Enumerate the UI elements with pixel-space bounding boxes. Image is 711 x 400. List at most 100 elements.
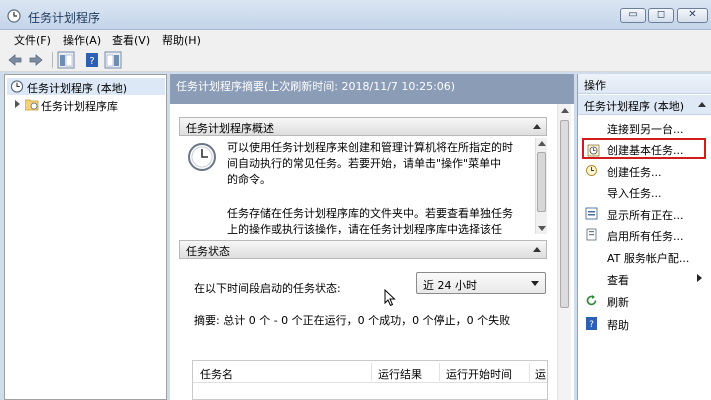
help-icon: ? [586, 317, 597, 330]
task-status-table: 任务名 运行结果 运行开始时间 运 [192, 360, 548, 400]
mouse-cursor-icon [384, 289, 396, 307]
menu-help[interactable]: 帮助(H) [162, 32, 201, 48]
action-refresh[interactable]: 刷新 [582, 290, 706, 311]
action-label: 创建任务... [607, 166, 662, 179]
overview-scrollbar[interactable] [535, 138, 547, 234]
svg-text:?: ? [89, 56, 94, 67]
scroll-up-icon[interactable] [561, 108, 569, 113]
column-divider [529, 363, 530, 381]
toolbar: ? [0, 48, 711, 72]
column-divider [371, 363, 372, 381]
col-run-result[interactable]: 运行结果 [378, 366, 422, 382]
large-clock-icon [188, 143, 216, 171]
action-help[interactable]: ? 帮助 [582, 313, 706, 334]
action-label: 连接到另一台... [607, 123, 684, 136]
svg-text:?: ? [589, 320, 594, 330]
actions-pane: 操作 任务计划程序 (本地) 连接到另一台... 创建基本任务... 创建任务.… [577, 74, 711, 400]
actions-header: 操作 [578, 74, 711, 94]
scroll-thumb[interactable] [537, 152, 546, 212]
show-tree-icon[interactable] [57, 51, 75, 69]
dropdown-value: 近 24 小时 [423, 279, 477, 292]
close-button[interactable]: ✕ [677, 8, 708, 23]
action-label: 刷新 [607, 296, 629, 309]
tree-item-task-scheduler-local[interactable]: 任务计划程序 (本地) [7, 78, 165, 95]
col-run-start-time[interactable]: 运行开始时间 [446, 366, 512, 382]
running-tasks-icon [585, 207, 598, 220]
action-label: 帮助 [607, 319, 629, 332]
action-label: 查看 [607, 274, 629, 287]
action-display-running-tasks[interactable]: 显示所有正在... [582, 203, 706, 224]
summary-pane: 任务计划程序摘要(上次刷新时间: 2018/11/7 10:25:06) 任务计… [170, 74, 574, 400]
summary-scrollbar[interactable] [557, 104, 571, 400]
scroll-thumb[interactable] [560, 120, 569, 308]
summary-header-text: 任务计划程序摘要(上次刷新时间: 2018/11/7 10:25:06) [176, 80, 456, 93]
action-label: 导入任务... [607, 187, 662, 200]
dropdown-arrow-icon [531, 281, 539, 286]
menu-action[interactable]: 操作(A) [63, 32, 101, 48]
action-enable-all-task-history[interactable]: 启用所有任务... [582, 224, 706, 245]
status-summary: 摘要: 总计 0 个 - 0 个正在运行，0 个成功，0 个停止，0 个失败 [194, 314, 511, 327]
action-create-basic-task[interactable]: 创建基本任务... [582, 138, 706, 159]
help-book-icon[interactable]: ? [83, 51, 101, 69]
table-header: 任务名 运行结果 运行开始时间 运 [193, 361, 547, 383]
status-period-label: 在以下时间段启动的任务状态: [194, 282, 341, 295]
summary-header: 任务计划程序摘要(上次刷新时间: 2018/11/7 10:25:06) [170, 74, 574, 104]
menu-bar: 文件(F) 操作(A) 查看(V) 帮助(H) [0, 30, 711, 48]
action-import-task[interactable]: 导入任务... [582, 181, 706, 202]
actions-group-header[interactable]: 任务计划程序 (本地) [578, 95, 711, 115]
menu-file[interactable]: 文件(F) [14, 32, 51, 48]
col-task-name[interactable]: 任务名 [200, 366, 233, 382]
menu-view[interactable]: 查看(V) [112, 32, 150, 48]
overview-line: 任务存储在任务计划程序库的文件夹中。若要查看单独任务 [227, 207, 513, 220]
forward-arrow-icon[interactable] [27, 51, 45, 69]
expand-arrow-icon[interactable] [15, 100, 20, 108]
actions-group-title: 任务计划程序 (本地) [584, 100, 685, 113]
toolbar-separator [52, 52, 53, 68]
window-title: 任务计划程序 [28, 11, 101, 25]
action-label: 显示所有正在... [607, 209, 684, 222]
overview-paragraph-1: 可以使用任务计划程序来创建和管理计算机将在所指定的时 间自动执行的常见任务。若要… [227, 140, 527, 188]
action-view[interactable]: 查看 [582, 268, 706, 289]
show-action-pane-icon[interactable] [104, 51, 122, 69]
collapse-arrow-icon[interactable] [533, 247, 541, 252]
title-bar: 任务计划程序 ▭ ◻ ✕ [0, 0, 711, 30]
col-run-truncated[interactable]: 运 [535, 366, 546, 382]
action-connect-another-computer[interactable]: 连接到另一台... [582, 117, 706, 138]
status-section-header[interactable]: 任务状态 [179, 240, 547, 259]
overview-line: 可以使用任务计划程序来创建和管理计算机将在所指定的时 [227, 141, 513, 154]
overview-line: 的命令。 [227, 173, 271, 186]
refresh-icon [586, 295, 597, 306]
overview-content: 可以使用任务计划程序来创建和管理计算机将在所指定的时 间自动执行的常见任务。若要… [179, 138, 547, 234]
action-label: AT 服务帐户配... [607, 252, 690, 265]
create-task-icon [586, 165, 597, 176]
collapse-arrow-icon[interactable] [698, 102, 706, 107]
column-divider [439, 363, 440, 381]
clock-icon [7, 9, 21, 23]
scroll-down-icon[interactable] [538, 226, 546, 231]
time-period-dropdown[interactable]: 近 24 小时 [416, 272, 546, 294]
overview-line: 上的操作或执行该操作，请在任务计划程序库中选择该任 [227, 223, 502, 234]
actions-header-title: 操作 [584, 79, 606, 92]
action-create-task[interactable]: 创建任务... [582, 160, 706, 181]
action-label: 启用所有任务... [607, 230, 684, 243]
submenu-arrow-icon [697, 274, 702, 282]
clock-icon [10, 80, 24, 93]
status-section-title: 任务状态 [186, 245, 230, 258]
minimize-button[interactable]: ▭ [620, 8, 646, 23]
folder-clock-icon [25, 99, 39, 111]
tree-item-label: 任务计划程序库 [41, 100, 118, 113]
back-arrow-icon[interactable] [6, 51, 24, 69]
tree-item-task-library[interactable]: 任务计划程序库 [7, 96, 165, 113]
overview-paragraph-2: 任务存储在任务计划程序库的文件夹中。若要查看单独任务 上的操作或执行该操作，请在… [227, 206, 527, 234]
overview-section-header[interactable]: 任务计划程序概述 [179, 117, 547, 136]
action-label: 创建基本任务... [607, 144, 684, 157]
action-at-service-account[interactable]: AT 服务帐户配... [582, 246, 706, 267]
collapse-arrow-icon[interactable] [533, 124, 541, 129]
overview-line: 间自动执行的常见任务。若要开始，请单击"操作"菜单中 [227, 157, 502, 170]
overview-section-title: 任务计划程序概述 [186, 122, 274, 135]
scroll-up-icon[interactable] [538, 141, 546, 146]
enable-history-icon [586, 228, 597, 241]
tree-item-label: 任务计划程序 (本地) [27, 82, 128, 95]
navigation-tree: 任务计划程序 (本地) 任务计划程序库 [4, 74, 167, 400]
maximize-button[interactable]: ◻ [648, 8, 674, 23]
